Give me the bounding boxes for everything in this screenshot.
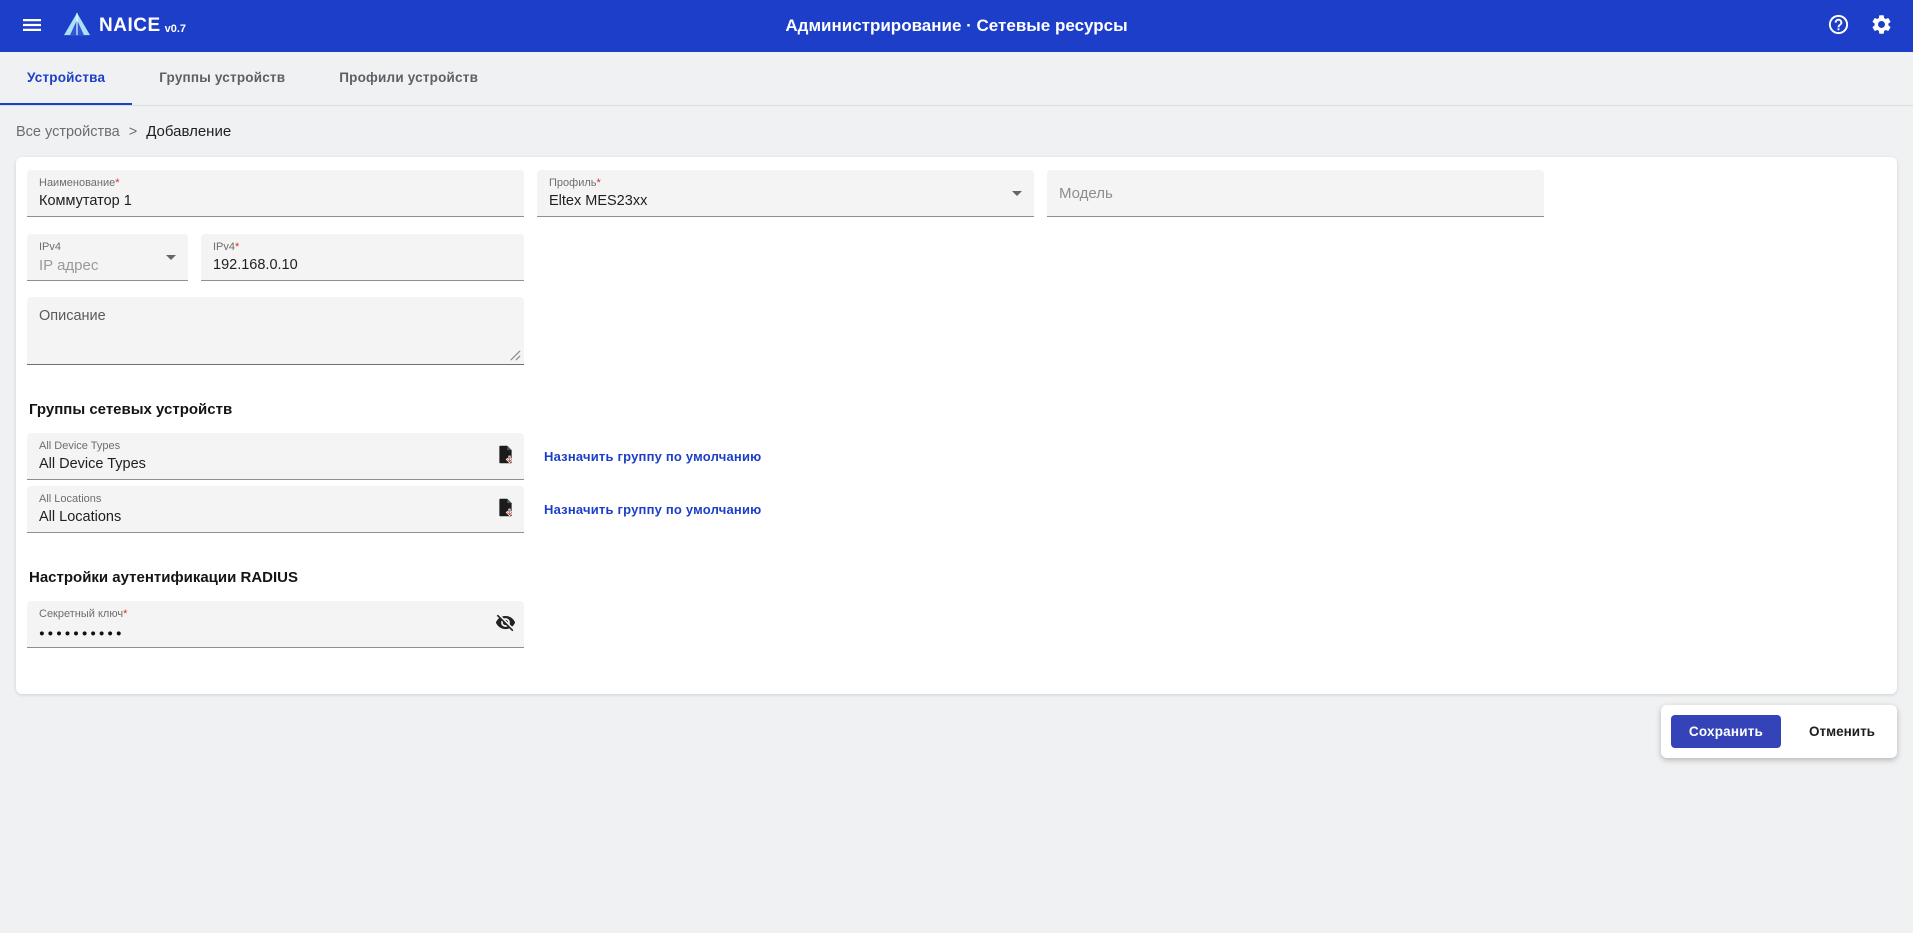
model-field[interactable]: Модель	[1047, 170, 1544, 217]
assign-group-button[interactable]	[493, 442, 518, 471]
required-mark: *	[235, 241, 239, 253]
breadcrumb-current: Добавление	[146, 123, 231, 140]
assign-group-icon	[495, 444, 516, 469]
group-field-label: All Locations	[39, 493, 478, 506]
tab-devices[interactable]: Устройства	[0, 52, 132, 105]
secret-key-label: Секретный ключ*	[39, 608, 478, 621]
page-title: Администрирование · Сетевые ресурсы	[785, 16, 1127, 36]
save-button[interactable]: Сохранить	[1671, 715, 1781, 748]
ip-address-field[interactable]: IPv4* 192.168.0.10	[201, 234, 524, 281]
secret-key-field[interactable]: Секретный ключ* ●●●●●●●●●●	[27, 601, 524, 648]
menu-button[interactable]	[14, 7, 50, 46]
app-logo: NAICE v0.7	[62, 11, 186, 42]
ip-address-value: 192.168.0.10	[213, 257, 512, 273]
toggle-secret-visibility-button[interactable]	[493, 610, 518, 639]
tab-device-groups[interactable]: Группы устройств	[132, 52, 312, 105]
breadcrumb-all-devices[interactable]: Все устройства	[16, 124, 120, 140]
gear-icon	[1870, 13, 1893, 39]
help-icon	[1827, 13, 1850, 39]
app-version: v0.7	[165, 23, 186, 35]
ip-address-label: IPv4*	[213, 241, 512, 254]
assign-group-icon	[495, 497, 516, 522]
group-field-value: All Device Types	[39, 456, 478, 472]
assign-group-button[interactable]	[493, 495, 518, 524]
ip-version-select[interactable]: IPv4 IP адрес	[27, 234, 188, 281]
app-name: NAICE	[99, 15, 161, 37]
name-field[interactable]: Наименование* Коммутатор 1	[27, 170, 524, 217]
breadcrumb: Все устройства > Добавление	[16, 123, 1897, 140]
tab-device-profiles[interactable]: Профили устройств	[312, 52, 505, 105]
hamburger-icon	[20, 13, 44, 40]
group-row-locations: All Locations All Locations Назначить гр…	[27, 486, 1886, 533]
action-bar: Сохранить Отменить	[1661, 705, 1897, 758]
help-button[interactable]	[1821, 7, 1856, 45]
name-field-label: Наименование*	[39, 177, 512, 190]
form-row-1: Наименование* Коммутатор 1 Профиль* Elte…	[27, 170, 1886, 217]
required-mark: *	[123, 608, 127, 620]
chevron-down-icon	[1012, 191, 1022, 196]
app-bar: NAICE v0.7 Администрирование · Сетевые р…	[0, 0, 1913, 52]
group-field-locations[interactable]: All Locations All Locations	[27, 486, 524, 533]
description-placeholder: Описание	[39, 308, 512, 324]
breadcrumb-separator: >	[129, 124, 137, 140]
assign-default-group-link[interactable]: Назначить группу по умолчанию	[544, 449, 761, 464]
name-field-value: Коммутатор 1	[39, 193, 512, 209]
description-textarea[interactable]: Описание	[27, 297, 524, 365]
radius-row: Секретный ключ* ●●●●●●●●●●	[27, 601, 1886, 648]
secret-key-value: ●●●●●●●●●●	[39, 628, 478, 639]
group-field-device-types[interactable]: All Device Types All Device Types	[27, 433, 524, 480]
eye-off-icon	[495, 612, 516, 637]
ip-version-placeholder: IP адрес	[39, 257, 176, 274]
cancel-button[interactable]: Отменить	[1803, 723, 1881, 740]
section-title-radius: Настройки аутентификации RADIUS	[29, 569, 1884, 586]
ip-version-label: IPv4	[39, 241, 176, 254]
required-mark: *	[115, 177, 119, 189]
settings-button[interactable]	[1864, 7, 1899, 45]
section-title-device-groups: Группы сетевых устройств	[29, 401, 1884, 418]
group-field-value: All Locations	[39, 509, 478, 525]
profile-select-value: Eltex MES23xx	[549, 193, 1022, 209]
group-row-device-types: All Device Types All Device Types Назнач…	[27, 433, 1886, 480]
resize-handle-icon[interactable]	[508, 348, 521, 361]
logo-icon	[62, 11, 99, 42]
required-mark: *	[597, 177, 601, 189]
form-row-2: IPv4 IP адрес IPv4* 192.168.0.10	[27, 234, 1886, 281]
device-form-card: Наименование* Коммутатор 1 Профиль* Elte…	[16, 157, 1897, 694]
model-field-placeholder: Модель	[1059, 185, 1113, 202]
profile-select[interactable]: Профиль* Eltex MES23xx	[537, 170, 1034, 217]
chevron-down-icon	[166, 255, 176, 260]
profile-select-label: Профиль*	[549, 177, 1022, 190]
assign-default-group-link[interactable]: Назначить группу по умолчанию	[544, 502, 761, 517]
tab-bar: Устройства Группы устройств Профили устр…	[0, 52, 1913, 106]
group-field-label: All Device Types	[39, 440, 478, 453]
appbar-actions	[1821, 7, 1899, 45]
